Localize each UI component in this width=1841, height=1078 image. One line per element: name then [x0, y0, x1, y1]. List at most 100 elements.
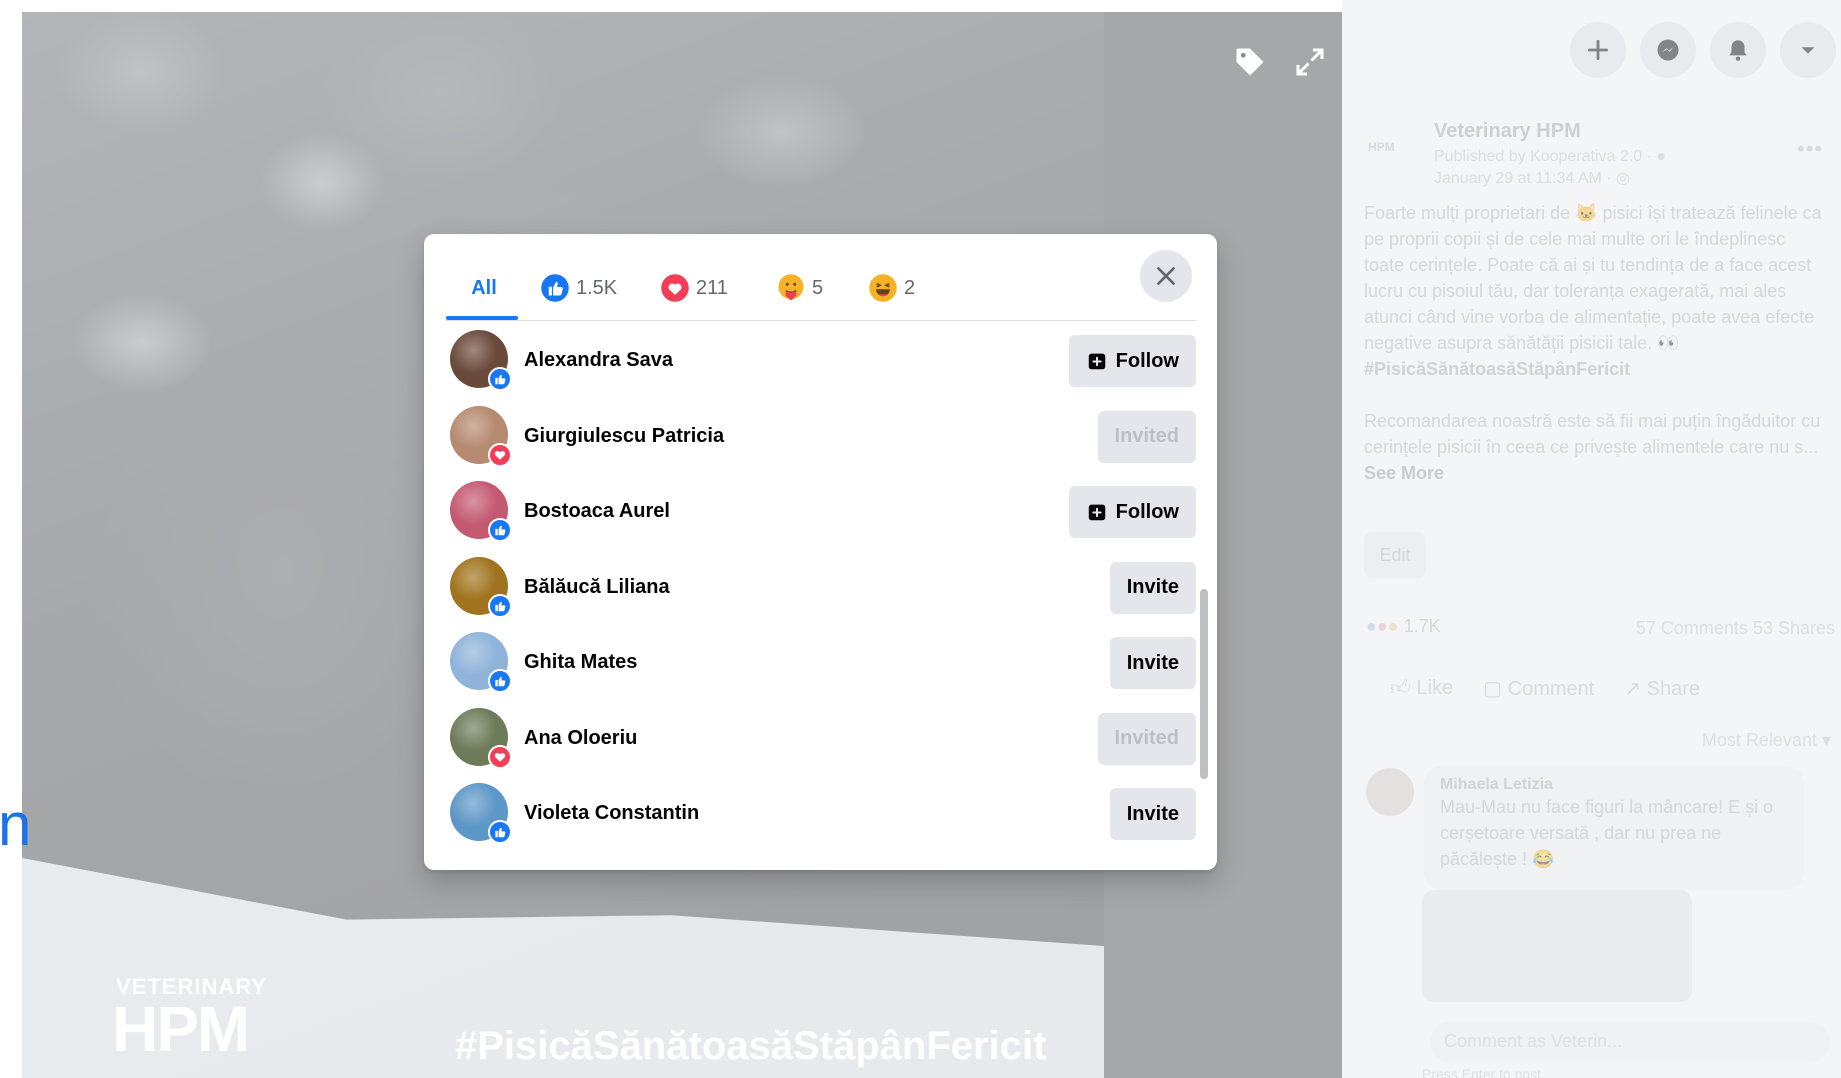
tab-like-count: 1.5K: [576, 276, 618, 299]
screen: { "viewer": { "hashtag": "#PisicăSănătoa…: [0, 0, 1841, 1078]
commenter-name[interactable]: Mihaela Letizia: [1440, 776, 1788, 794]
comment-label: Comment: [1507, 678, 1595, 700]
like-badge-icon: [488, 669, 512, 693]
reactor-row: Bălăucă Liliana Invite: [446, 550, 1196, 625]
reactor-name[interactable]: Ghita Mates: [524, 651, 637, 674]
reaction-count: 1.7K: [1403, 616, 1441, 636]
tab-all[interactable]: All: [448, 256, 520, 320]
edit-button[interactable]: Edit: [1364, 532, 1426, 578]
reactor-list[interactable]: Alexandra Sava Follow Giurgiulescu Patrici…: [424, 321, 1217, 870]
notifications-button[interactable]: [1710, 22, 1766, 78]
care-reaction-icon: [778, 274, 804, 301]
caret-down-icon: [1801, 47, 1815, 54]
reactor-name[interactable]: Bostoaca Aurel: [524, 500, 670, 523]
like-badge-icon: [488, 820, 512, 844]
like-badge-icon: [488, 593, 512, 618]
post-hashtag[interactable]: #PisicăSănătoasăStăpânFericit: [1364, 359, 1630, 379]
follow-icon: [1086, 501, 1108, 523]
reactor-name[interactable]: Giurgiulescu Patricia: [524, 425, 724, 448]
invited-button: Invited: [1097, 712, 1196, 765]
account-menu-button[interactable]: [1780, 22, 1836, 78]
invite-button[interactable]: Invite: [1109, 637, 1196, 689]
post-actions: 👍︎ Like ▢ Comment ↗ Share: [1390, 676, 1830, 701]
post-date-text: January 29 at 11:34 AM ·: [1434, 170, 1617, 187]
reactor-row: Giurgiulescu Patricia Invited: [446, 399, 1196, 474]
comments-shares-count[interactable]: 57 Comments 53 Shares: [1636, 618, 1835, 639]
info-icon: ●: [1656, 148, 1667, 165]
reactions-dialog: All 1.5K 211 5 2 Alexandra Sava Follow G…: [424, 234, 1217, 870]
reactor-row: Alexandra Sava Follow: [446, 323, 1196, 398]
create-button[interactable]: [1570, 22, 1626, 78]
post-panel: HPM Veterinary HPM Published by Kooperat…: [1342, 0, 1841, 1078]
like-badge-icon: [488, 518, 512, 542]
page-avatar[interactable]: HPM: [1368, 140, 1395, 154]
reactor-row: Bostoaca Aurel Follow: [446, 474, 1196, 549]
fullscreen-icon[interactable]: [1292, 44, 1328, 80]
action-label: Invite: [1126, 802, 1179, 825]
follow-button[interactable]: Follow: [1068, 335, 1196, 387]
follow-button[interactable]: Follow: [1068, 486, 1196, 538]
action-label: Invited: [1114, 727, 1179, 749]
tab-haha-count: 2: [904, 276, 916, 299]
plus-icon: [1587, 39, 1609, 61]
commenter-avatar[interactable]: [1366, 768, 1414, 816]
reactor-name[interactable]: Bălăucă Liliana: [524, 576, 670, 599]
tab-haha[interactable]: 2: [868, 256, 915, 320]
haha-reaction-icon: [869, 274, 897, 302]
tab-care[interactable]: 5: [776, 256, 823, 320]
see-more-link[interactable]: See More: [1364, 463, 1444, 483]
love-badge-icon: [488, 744, 512, 769]
post-date[interactable]: January 29 at 11:34 AM · ◎: [1434, 168, 1630, 188]
like-badge-icon: [488, 367, 512, 391]
reactor-name[interactable]: Alexandra Sava: [524, 349, 673, 372]
like-reaction-icon: ●: [1366, 616, 1377, 636]
tab-love-count: 211: [696, 276, 728, 299]
reaction-summary[interactable]: ●●● 1.7K: [1366, 616, 1441, 637]
invite-button[interactable]: Invite: [1109, 561, 1196, 614]
published-by: Published by Kooperativa 2.0 · ●: [1434, 148, 1666, 166]
published-by-text: Published by Kooperativa 2.0 ·: [1434, 148, 1657, 165]
reactor-row: Violeta Constantin Invite: [446, 776, 1196, 851]
action-label: Follow: [1115, 349, 1179, 372]
reactor-name[interactable]: Ana Oloeriu: [524, 727, 637, 750]
tab-all-label: All: [471, 276, 497, 299]
close-button[interactable]: [1140, 250, 1192, 302]
post-text-p1: Foarte mulți proprietari de 🐱 pisici își…: [1364, 203, 1822, 353]
follow-icon: [1086, 350, 1108, 372]
share-button[interactable]: ↗ Share: [1624, 676, 1700, 701]
like-reaction-icon: [541, 274, 569, 302]
care-reaction-icon: ●: [1387, 616, 1399, 636]
invited-button: Invited: [1097, 410, 1196, 463]
love-reaction-icon: ●: [1376, 616, 1388, 636]
like-button[interactable]: 👍︎ Like: [1390, 676, 1453, 701]
reactor-name[interactable]: Violeta Constantin: [524, 802, 699, 825]
share-label: Share: [1646, 678, 1701, 700]
press-enter-hint: Press Enter to post.: [1422, 1066, 1545, 1078]
comment-image[interactable]: [1422, 890, 1692, 1002]
share-icon: ↗: [1624, 678, 1642, 700]
page-name[interactable]: Veterinary HPM: [1434, 120, 1581, 143]
like-label: Like: [1416, 677, 1454, 699]
post-options-icon[interactable]: •••: [1797, 136, 1823, 162]
tag-icon[interactable]: [1232, 44, 1268, 80]
invite-button[interactable]: Invite: [1109, 788, 1196, 840]
tab-like[interactable]: 1.5K: [540, 256, 617, 320]
edge-text-fragment: n: [0, 791, 32, 858]
bell-icon: [1729, 40, 1747, 61]
comment-input[interactable]: Comment as Veterin...: [1430, 1022, 1830, 1062]
tab-love[interactable]: 211: [660, 256, 728, 320]
post-text: Foarte mulți proprietari de 🐱 pisici își…: [1364, 200, 1829, 512]
comment-bubble: Mihaela Letizia Mau-Mau nu face figuri l…: [1424, 766, 1804, 890]
comment-text: Mau-Mau nu face figuri la mâncare! E și …: [1440, 797, 1774, 869]
action-label: Invited: [1114, 425, 1179, 447]
action-label: Invite: [1126, 576, 1179, 598]
reaction-tabs: All 1.5K 211 5 2: [424, 234, 1217, 321]
thumbs-up-icon: 👍︎: [1390, 677, 1411, 699]
reactor-row: Ana Oloeriu Invited: [446, 701, 1196, 776]
comment-sort-dropdown[interactable]: Most Relevant ▾: [1702, 730, 1831, 751]
love-reaction-icon: [661, 274, 689, 302]
messenger-button[interactable]: [1640, 22, 1696, 78]
scrollbar-thumb[interactable]: [1200, 589, 1208, 779]
comment-button[interactable]: ▢ Comment: [1483, 676, 1594, 701]
globe-icon: ◎: [1616, 170, 1630, 187]
